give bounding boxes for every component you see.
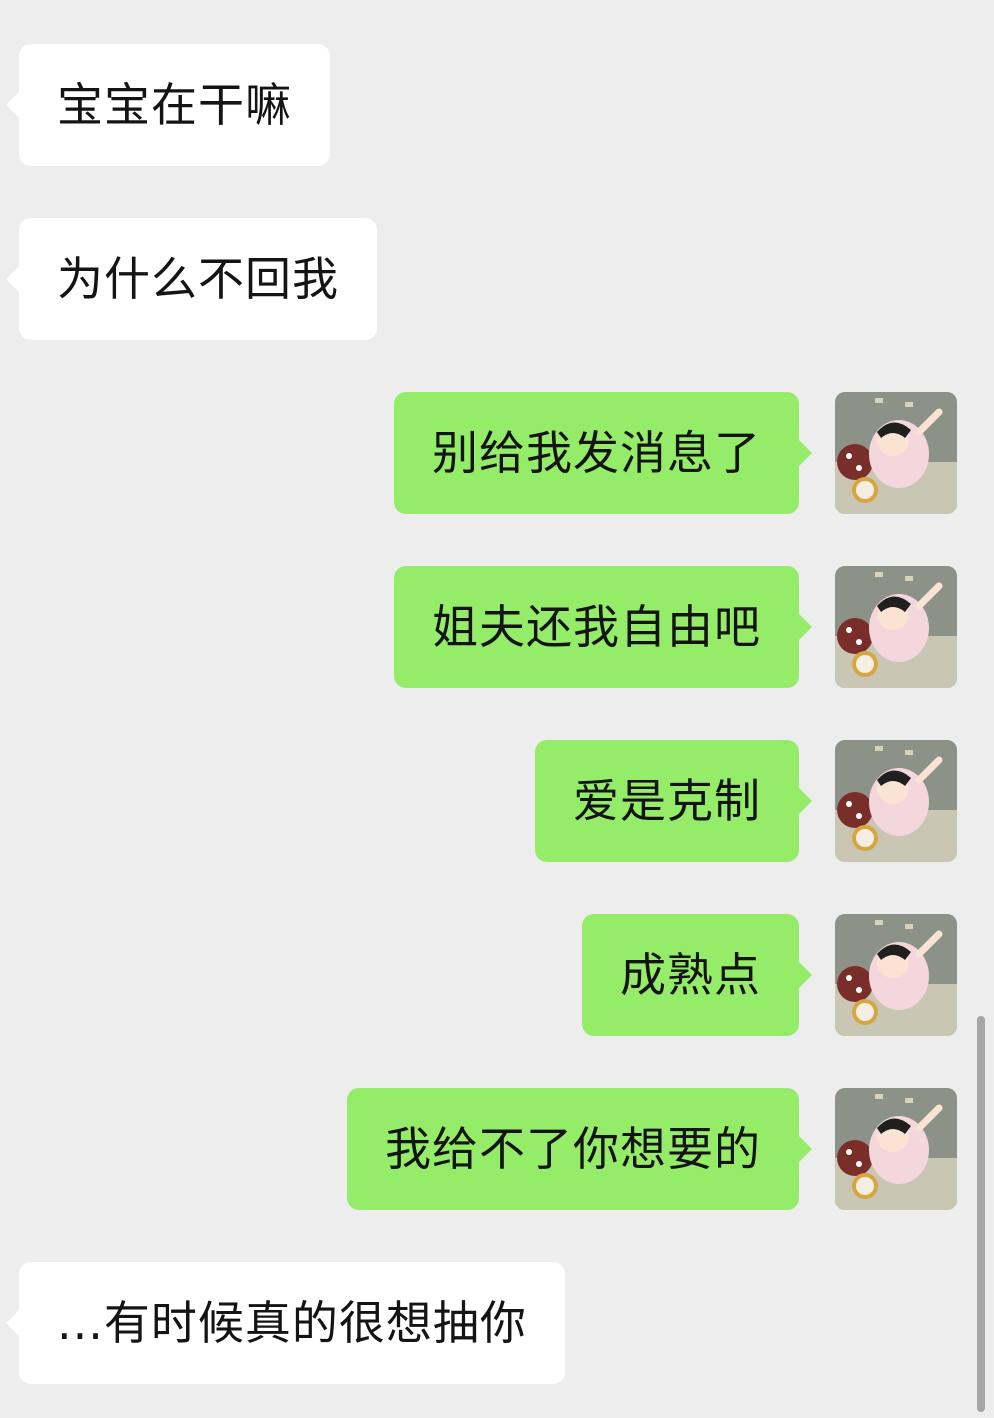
message-text: 成熟点 xyxy=(620,948,761,1002)
incoming-message-bubble[interactable]: 宝宝在干嘛 xyxy=(6,44,330,166)
message-text: 别给我发消息了 xyxy=(432,426,761,480)
incoming-message-bubble[interactable]: 为什么不回我 xyxy=(6,218,377,340)
outgoing-message-bubble[interactable]: 成熟点 xyxy=(582,914,812,1036)
user-avatar-icon[interactable] xyxy=(835,914,957,1036)
message-text: 宝宝在干嘛 xyxy=(57,78,292,132)
message-text: 为什么不回我 xyxy=(57,252,339,306)
outgoing-message-bubble[interactable]: 姐夫还我自由吧 xyxy=(394,566,812,688)
message-text: 我给不了你想要的 xyxy=(385,1122,761,1176)
message-text: ...有时候真的很想抽你 xyxy=(57,1296,527,1350)
outgoing-message-bubble[interactable]: 爱是克制 xyxy=(535,740,812,862)
outgoing-message-bubble[interactable]: 别给我发消息了 xyxy=(394,392,812,514)
outgoing-message-bubble[interactable]: 我给不了你想要的 xyxy=(347,1088,812,1210)
user-avatar-icon[interactable] xyxy=(835,1088,957,1210)
message-text: 姐夫还我自由吧 xyxy=(432,600,761,654)
chat-message-list[interactable]: 宝宝在干嘛 为什么不回我 别给我发消息了 姐夫还我自由吧 爱是克制 成熟点 我给… xyxy=(0,0,994,1418)
user-avatar-icon[interactable] xyxy=(835,392,957,514)
message-text: 爱是克制 xyxy=(573,774,761,828)
incoming-message-bubble[interactable]: ...有时候真的很想抽你 xyxy=(6,1262,565,1384)
user-avatar-icon[interactable] xyxy=(835,566,957,688)
scrollbar[interactable] xyxy=(977,1016,985,1412)
user-avatar-icon[interactable] xyxy=(835,740,957,862)
